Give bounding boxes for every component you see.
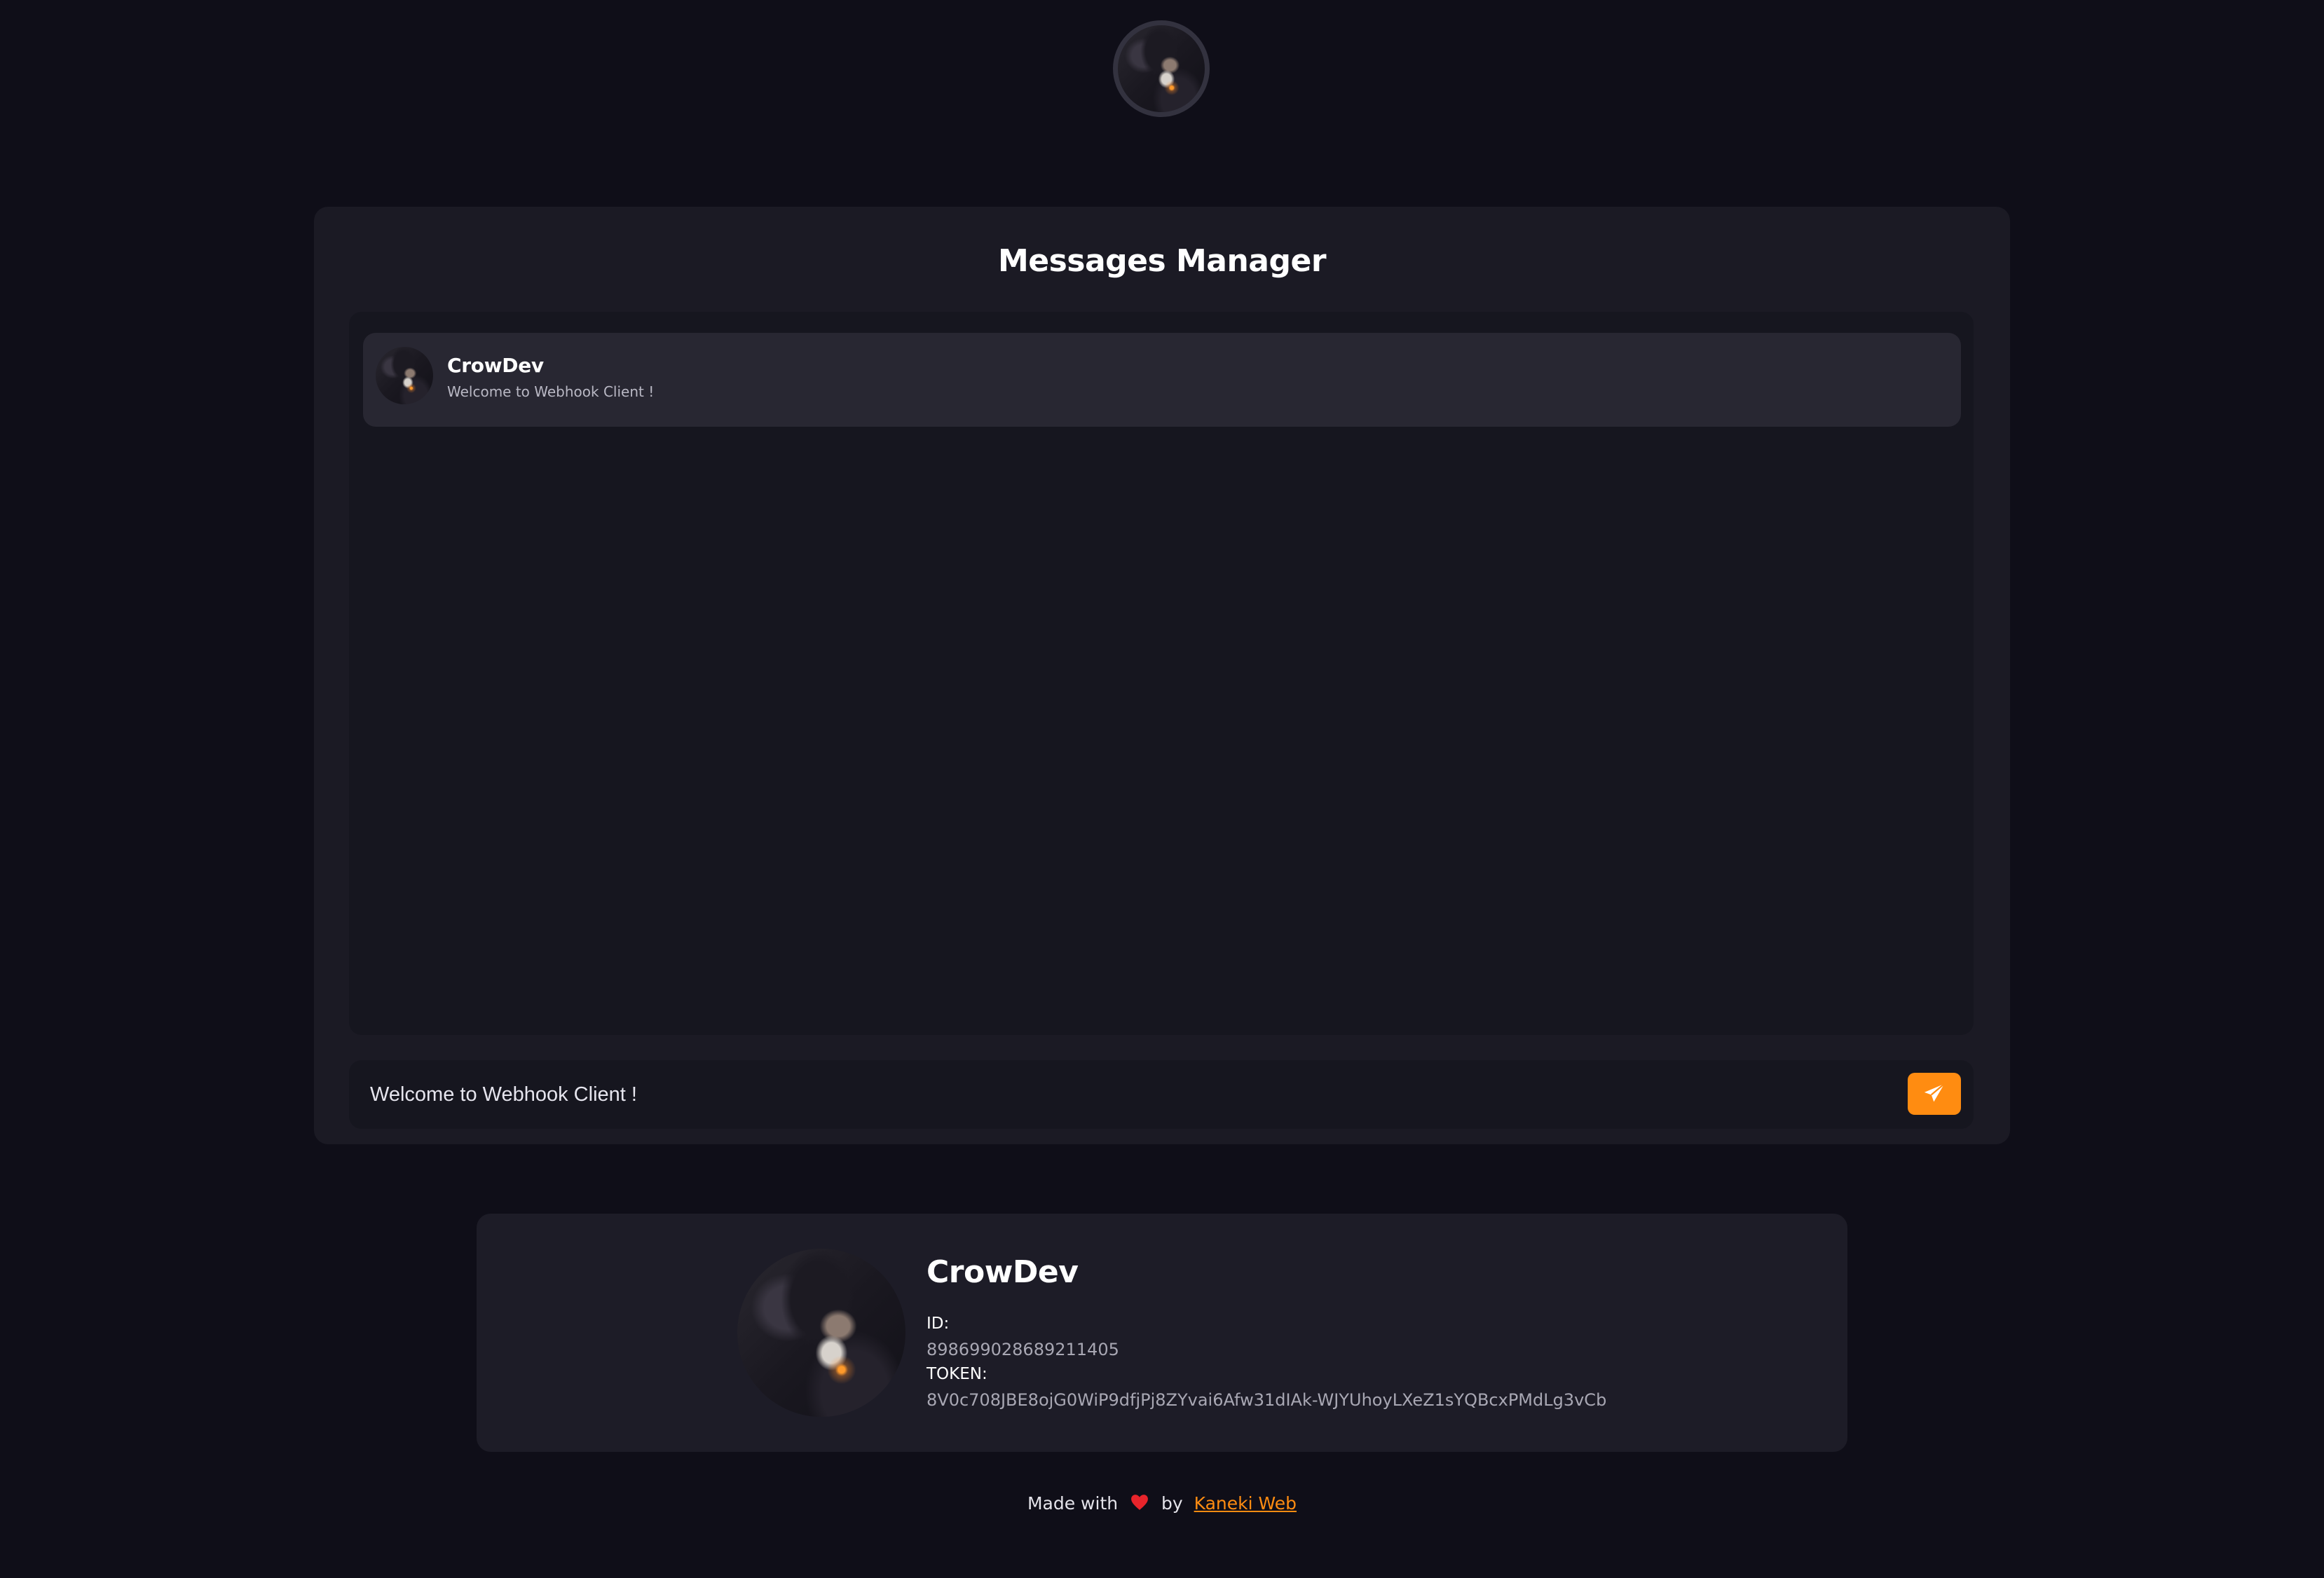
token-label: TOKEN: <box>927 1365 987 1383</box>
header-avatar <box>1113 20 1210 117</box>
messages-panel: Messages Manager CrowDev Welcome to Webh… <box>314 207 2010 1144</box>
id-label: ID: <box>927 1315 950 1333</box>
footer-made-with: Made with <box>1027 1493 1119 1514</box>
messages-list: CrowDev Welcome to Webhook Client ! <box>349 312 1974 1035</box>
footer-by: by <box>1161 1493 1183 1514</box>
message-text: Welcome to Webhook Client ! <box>447 383 655 400</box>
footer-link-kaneki-web[interactable]: Kaneki Web <box>1194 1493 1297 1514</box>
id-value: 898699028689211405 <box>927 1340 1119 1359</box>
message-author: CrowDev <box>447 354 544 377</box>
message-composer <box>349 1060 1974 1129</box>
page-title: Messages Manager <box>997 243 1327 279</box>
token-value: 8V0c708JBE8ojG0WiP9dfjPj8ZYvai6Afw31dIAk… <box>927 1390 1607 1410</box>
message-item[interactable]: CrowDev Welcome to Webhook Client ! <box>363 333 1961 427</box>
footer: Made with by Kaneki Web <box>0 1493 2324 1515</box>
message-avatar <box>376 347 433 404</box>
profile-name: CrowDev <box>927 1254 1079 1290</box>
heart-icon <box>1130 1494 1149 1515</box>
profile-card: CrowDev ID: 898699028689211405 TOKEN: 8V… <box>477 1214 1847 1452</box>
paper-plane-icon <box>1922 1082 1946 1106</box>
message-input[interactable] <box>349 1060 1891 1129</box>
send-button[interactable] <box>1908 1073 1961 1115</box>
profile-avatar <box>737 1249 905 1417</box>
